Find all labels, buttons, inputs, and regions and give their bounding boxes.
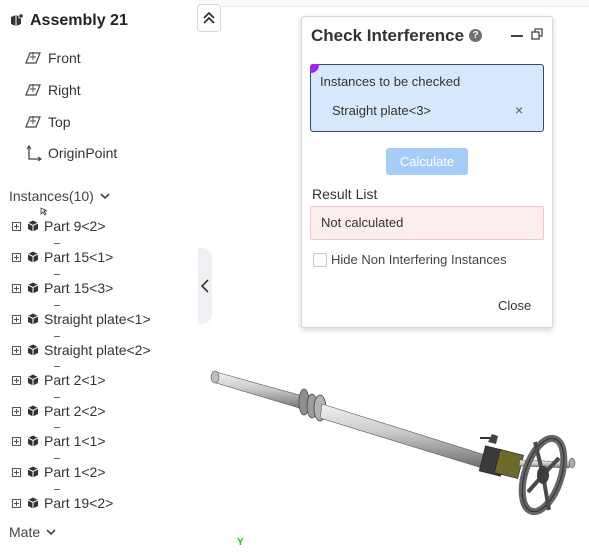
part-icon xyxy=(27,497,39,509)
instances-header-label: Instances(10) xyxy=(9,188,94,204)
origin-icon xyxy=(26,145,42,161)
part-icon xyxy=(27,313,39,325)
selected-instance[interactable]: Straight plate<3> xyxy=(332,103,431,118)
suppressed-marker xyxy=(54,397,60,398)
instance-row[interactable]: Part 2<2> xyxy=(12,397,106,421)
tree-item-label: Front xyxy=(48,50,81,66)
instance-row[interactable]: Straight plate<2> xyxy=(12,336,151,360)
assembly-title-text: Assembly 21 xyxy=(30,12,128,29)
instances-selection-box[interactable]: Instances to be checked Straight plate<3… xyxy=(310,64,544,132)
assembly-icon xyxy=(11,13,24,26)
part-icon xyxy=(27,344,39,356)
instance-row[interactable]: Part 19<2> xyxy=(12,489,114,513)
instance-row[interactable]: Part 15<1> xyxy=(12,243,114,267)
check-interference-dialog: Check Interference ? Instances to be che… xyxy=(301,16,553,328)
plane-icon xyxy=(25,116,41,128)
instance-row[interactable]: Part 2<1> xyxy=(12,366,106,390)
close-button[interactable]: Close xyxy=(498,298,531,313)
expand-icon[interactable] xyxy=(12,436,21,446)
expand-icon[interactable] xyxy=(12,406,21,416)
expand-icon[interactable] xyxy=(12,314,21,324)
tree-item-top[interactable]: Top xyxy=(24,112,71,132)
hide-non-interfering-label[interactable]: Hide Non Interfering Instances xyxy=(331,252,507,267)
instances-section-header[interactable]: Instances(10) xyxy=(9,186,110,206)
instance-row[interactable]: Part 15<3> xyxy=(12,274,114,298)
instance-label: Part 9<2> xyxy=(44,218,106,234)
hide-non-interfering-checkbox[interactable] xyxy=(313,253,327,267)
instance-row[interactable]: Part 1<2> xyxy=(12,458,106,482)
suppressed-marker xyxy=(54,489,60,490)
panel-collapse-handle[interactable] xyxy=(198,248,212,324)
part-icon xyxy=(27,466,39,478)
result-list-label: Result List xyxy=(312,186,378,202)
chevron-left-icon xyxy=(201,279,209,293)
result-status-text: Not calculated xyxy=(321,215,404,230)
suppressed-marker xyxy=(54,366,60,367)
tree-item-label: Right xyxy=(48,82,81,98)
suppressed-marker xyxy=(54,336,60,337)
result-list-box: Not calculated xyxy=(310,206,544,240)
suppressed-marker xyxy=(54,305,60,306)
part-icon xyxy=(27,282,39,294)
expand-icon[interactable] xyxy=(12,498,21,508)
axis-y-label: Y xyxy=(237,537,244,548)
dialog-title[interactable]: Check Interference xyxy=(311,26,464,46)
tree-item-front[interactable]: Front xyxy=(24,48,81,68)
mate-section-header[interactable]: Mate xyxy=(9,522,56,542)
expand-icon[interactable] xyxy=(12,283,21,293)
instance-label: Part 2<2> xyxy=(44,403,106,419)
instance-label: Part 19<2> xyxy=(44,495,114,511)
cursor-icon xyxy=(40,207,48,216)
remove-selection-button[interactable]: × xyxy=(515,102,523,118)
expand-icon[interactable] xyxy=(12,252,21,262)
shaft-assembly xyxy=(210,370,576,516)
suppressed-marker xyxy=(54,427,60,428)
part-icon xyxy=(27,251,39,263)
suppressed-marker xyxy=(54,274,60,275)
chevron-down-icon xyxy=(100,193,110,200)
active-selection-marker xyxy=(310,64,319,73)
suppressed-marker xyxy=(54,458,60,459)
instance-row[interactable]: Part 9<2> xyxy=(12,207,106,236)
expand-icon[interactable] xyxy=(12,221,21,231)
mate-header-label: Mate xyxy=(9,524,41,540)
expand-icon[interactable] xyxy=(12,375,21,385)
instance-label: Part 1<1> xyxy=(44,433,106,449)
help-icon[interactable]: ? xyxy=(469,29,482,42)
part-icon xyxy=(27,405,39,417)
top-strip xyxy=(198,0,589,7)
tree-item-label: Top xyxy=(48,114,71,130)
instance-row[interactable]: Straight plate<1> xyxy=(12,305,151,329)
selection-caption: Instances to be checked xyxy=(320,74,461,89)
minimize-button[interactable] xyxy=(511,35,523,37)
instance-label: Part 15<3> xyxy=(44,280,114,296)
expand-icon[interactable] xyxy=(12,345,21,355)
expand-icon[interactable] xyxy=(12,467,21,477)
collapse-toolbar-button[interactable] xyxy=(197,4,221,32)
tree-item-right[interactable]: Right xyxy=(24,80,81,100)
double-chevron-up-icon xyxy=(203,11,215,24)
plane-icon xyxy=(25,52,41,64)
calculate-button[interactable]: Calculate xyxy=(386,148,468,175)
instance-label: Straight plate<1> xyxy=(44,311,151,327)
tree-item-originpoint[interactable]: OriginPoint xyxy=(24,143,117,163)
chevron-down-icon xyxy=(46,529,56,536)
instance-row[interactable]: Part 1<1> xyxy=(12,427,106,451)
instance-label: Part 1<2> xyxy=(44,464,106,480)
instance-label: Part 15<1> xyxy=(44,249,114,265)
instance-label: Straight plate<2> xyxy=(44,342,151,358)
3d-model-view[interactable] xyxy=(210,330,589,555)
restore-window-icon[interactable] xyxy=(531,28,543,40)
part-icon xyxy=(27,435,39,447)
part-icon xyxy=(27,220,39,232)
plane-icon xyxy=(25,84,41,96)
part-icon xyxy=(27,374,39,386)
instance-label: Part 2<1> xyxy=(44,372,106,388)
assembly-title[interactable]: Assembly 21 xyxy=(8,12,128,30)
tree-item-label: OriginPoint xyxy=(48,145,118,161)
suppressed-marker xyxy=(54,243,60,244)
